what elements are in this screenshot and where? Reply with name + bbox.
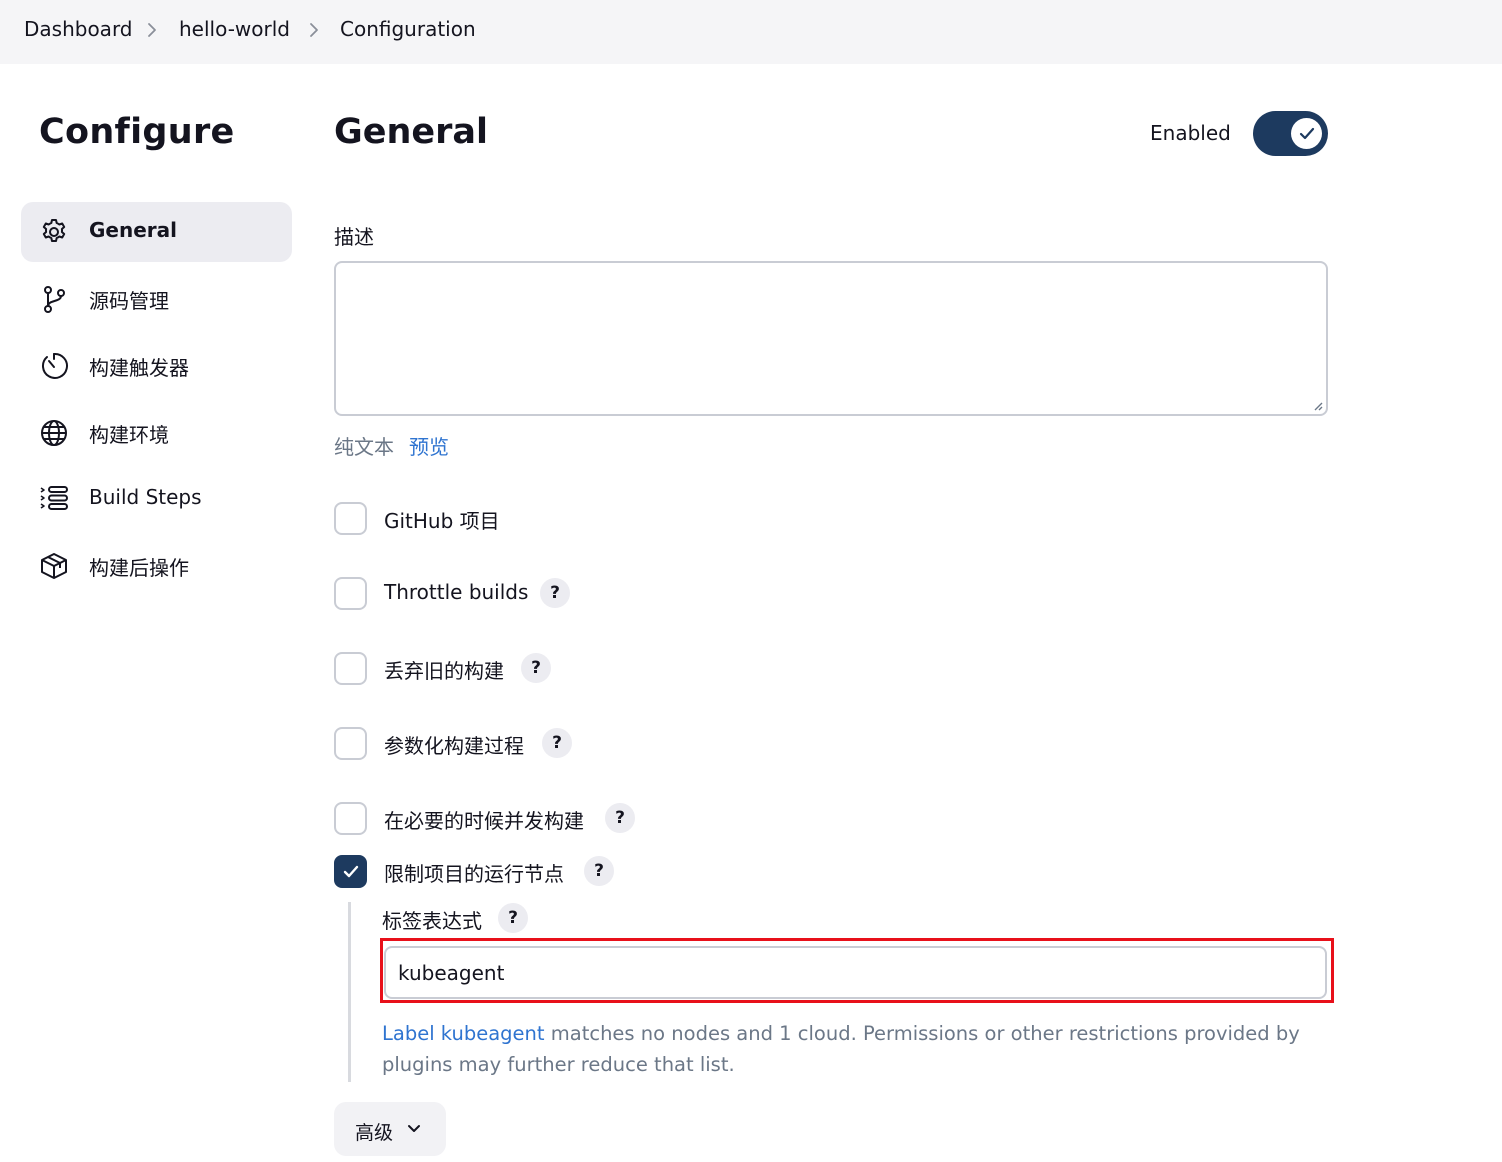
check-icon (1299, 127, 1315, 140)
discard-old-builds-checkbox[interactable] (334, 652, 367, 685)
chevron-right-icon (148, 23, 156, 37)
label-expression-help-button[interactable]: ? (498, 903, 528, 933)
sidebar-item-build-steps[interactable]: Build Steps (21, 469, 292, 529)
label-info-text-line2: plugins may further reduce that list. (382, 1053, 735, 1076)
restrict-node-label[interactable]: 限制项目的运行节点 (384, 858, 564, 887)
description-label: 描述 (334, 225, 374, 249)
breadcrumb-hello-world[interactable]: hello-world (179, 17, 290, 41)
github-project-label[interactable]: GitHub 项目 (384, 505, 500, 534)
sidebar-title: Configure (39, 112, 235, 152)
advanced-button[interactable]: 高级 (334, 1102, 446, 1156)
enabled-label: Enabled (1150, 121, 1231, 145)
sidebar-item-general[interactable]: General (21, 202, 292, 262)
sidebar-item-post-build-actions[interactable]: 构建后操作 (21, 536, 292, 596)
parameterized-build-label[interactable]: 参数化构建过程 (384, 730, 524, 759)
concurrent-builds-label[interactable]: 在必要的时候并发构建 (384, 805, 584, 834)
git-branch-icon (44, 286, 65, 313)
concurrent-builds-checkbox[interactable] (334, 802, 367, 835)
breadcrumb: Dashboard hello-world Configuration (0, 0, 1502, 64)
sidebar-item-label: 构建后操作 (89, 556, 189, 580)
discard-old-builds-help-button[interactable]: ? (521, 653, 551, 683)
label-info-text-part: matches no nodes and 1 cloud. Permission… (544, 1022, 1300, 1045)
parameterized-build-help-button[interactable]: ? (542, 728, 572, 758)
chevron-down-icon (408, 1125, 420, 1132)
package-icon (41, 553, 67, 579)
chevron-right-icon (310, 23, 318, 37)
github-project-checkbox[interactable] (334, 502, 367, 535)
parameterized-build-checkbox[interactable] (334, 727, 367, 760)
list-steps-icon (40, 486, 68, 510)
throttle-builds-help-button[interactable]: ? (540, 578, 570, 608)
globe-icon (41, 420, 67, 446)
concurrent-builds-help-button[interactable]: ? (605, 803, 635, 833)
sidebar-item-label: Build Steps (89, 485, 202, 509)
label-kubeagent-link[interactable]: Label kubeagent (382, 1022, 545, 1045)
nested-section-divider (348, 902, 351, 1082)
sidebar-item-label: General (89, 218, 177, 242)
sidebar-item-source-control[interactable]: 源码管理 (21, 269, 292, 329)
gear-icon (42, 219, 66, 242)
label-expression-label: 标签表达式 (382, 909, 482, 933)
sidebar-item-label: 构建触发器 (89, 356, 189, 380)
restrict-node-checkbox[interactable] (334, 855, 367, 888)
check-icon (343, 865, 359, 878)
label-expression-input[interactable] (384, 946, 1327, 999)
toggle-knob (1291, 118, 1322, 149)
breadcrumb-dashboard[interactable]: Dashboard (24, 17, 133, 41)
section-title: General (334, 112, 488, 152)
throttle-builds-checkbox[interactable] (334, 577, 367, 610)
breadcrumb-configuration[interactable]: Configuration (340, 17, 476, 41)
discard-old-builds-label[interactable]: 丢弃旧的构建 (384, 655, 504, 684)
sidebar-item-build-environment[interactable]: 构建环境 (21, 403, 292, 463)
sidebar-item-build-triggers[interactable]: 构建触发器 (21, 336, 292, 396)
enabled-toggle[interactable] (1253, 111, 1328, 156)
label-info-text: Label kubeagent matches no nodes and 1 c… (382, 1022, 1300, 1045)
sidebar-item-label: 构建环境 (89, 423, 169, 447)
timer-icon (42, 352, 68, 379)
plain-text-label: 纯文本 (334, 435, 394, 459)
restrict-node-help-button[interactable]: ? (584, 856, 614, 886)
description-textarea[interactable] (334, 261, 1328, 416)
resize-grip-icon[interactable] (1311, 399, 1323, 411)
preview-link[interactable]: 预览 (409, 431, 449, 460)
throttle-builds-label[interactable]: Throttle builds (384, 580, 528, 604)
advanced-label: 高级 (355, 1122, 394, 1144)
sidebar-item-label: 源码管理 (89, 289, 169, 313)
